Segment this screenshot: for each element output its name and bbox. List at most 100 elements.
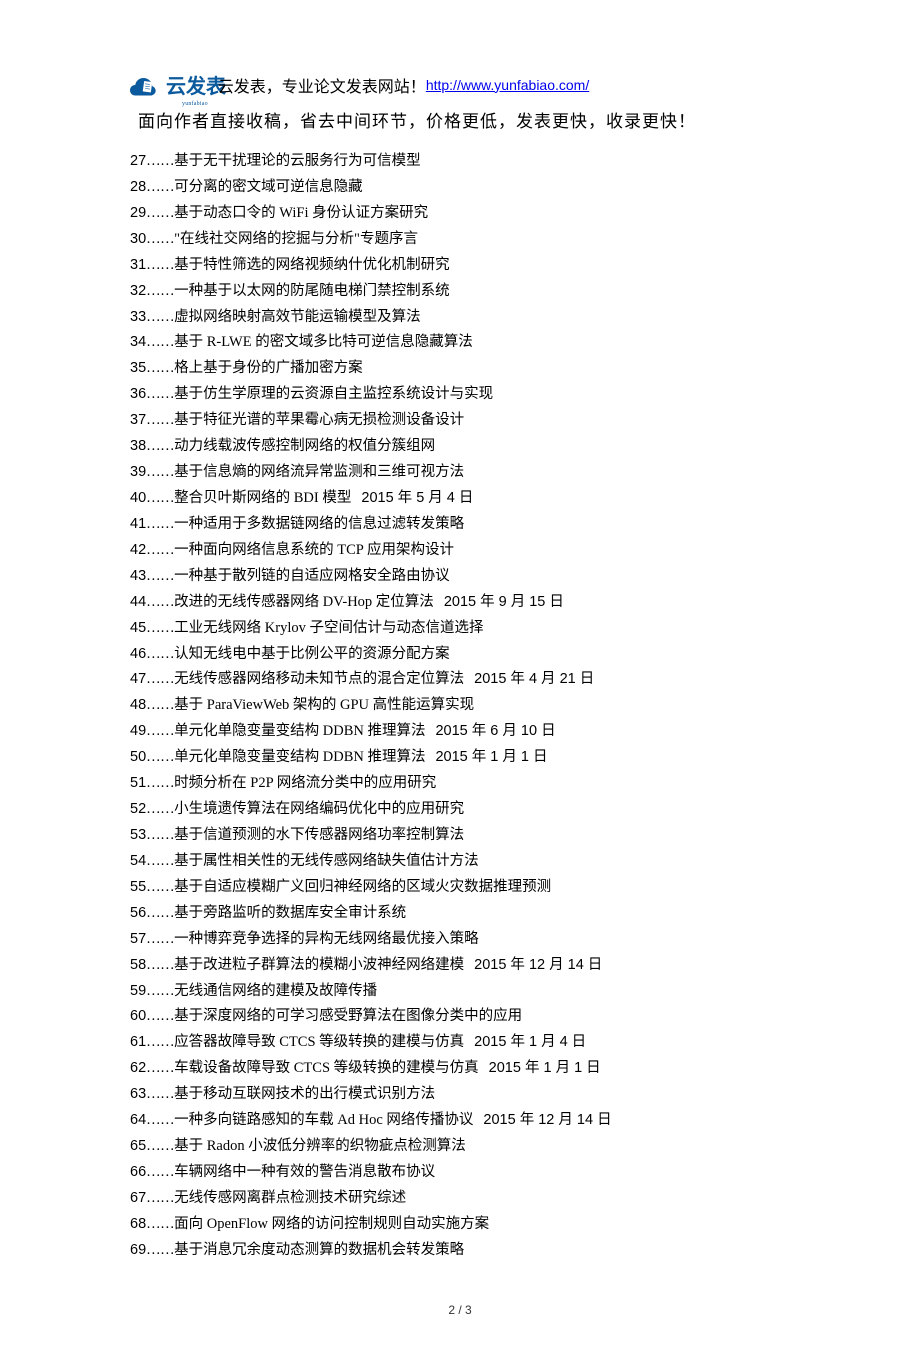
item-title: 基于特性筛选的网络视频纳什优化机制研究 xyxy=(174,257,450,273)
item-dots: …… xyxy=(146,205,174,221)
item-dots: …… xyxy=(146,775,174,791)
item-number: 50 xyxy=(130,749,146,765)
item-dots: …… xyxy=(146,957,174,973)
item-title: 基于仿生学原理的云资源自主监控系统设计与实现 xyxy=(174,386,493,402)
list-item: 30……"在线社交网络的挖掘与分析"专题序言 xyxy=(130,228,790,252)
item-dots: …… xyxy=(146,283,174,299)
paper-list: 27……基于无干扰理论的云服务行为可信模型28……可分离的密文域可逆信息隐藏29… xyxy=(130,150,790,1263)
item-title: 应答器故障导致 CTCS 等级转换的建模与仿真 xyxy=(174,1034,464,1050)
list-item: 63……基于移动互联网技术的出行模式识别方法 xyxy=(130,1083,790,1107)
list-item: 27……基于无干扰理论的云服务行为可信模型 xyxy=(130,150,790,174)
list-item: 62……车载设备故障导致 CTCS 等级转换的建模与仿真2015 年 1 月 1… xyxy=(130,1057,790,1081)
item-dots: …… xyxy=(146,1164,174,1180)
item-number: 51 xyxy=(130,775,146,791)
list-item: 35……格上基于身份的广播加密方案 xyxy=(130,357,790,381)
list-item: 33……虚拟网络映射高效节能运输模型及算法 xyxy=(130,306,790,330)
list-item: 37……基于特征光谱的苹果霉心病无损检测设备设计 xyxy=(130,409,790,433)
item-number: 41 xyxy=(130,516,146,532)
item-number: 34 xyxy=(130,334,146,350)
item-title: 基于动态口令的 WiFi 身份认证方案研究 xyxy=(174,205,428,221)
logo-pinyin: yunfabiao xyxy=(182,101,208,107)
item-dots: …… xyxy=(146,671,174,687)
item-title: 一种面向网络信息系统的 TCP 应用架构设计 xyxy=(174,542,454,558)
list-item: 67……无线传感网离群点检测技术研究综述 xyxy=(130,1187,790,1211)
list-item: 53……基于信道预测的水下传感器网络功率控制算法 xyxy=(130,824,790,848)
list-item: 56……基于旁路监听的数据库安全审计系统 xyxy=(130,902,790,926)
item-number: 64 xyxy=(130,1112,146,1128)
item-title: 基于属性相关性的无线传感网络缺失值估计方法 xyxy=(174,853,479,869)
item-title: 动力线载波传感控制网络的权值分簇组网 xyxy=(174,438,435,454)
item-title: 基于移动互联网技术的出行模式识别方法 xyxy=(174,1086,435,1102)
item-number: 46 xyxy=(130,646,146,662)
item-dots: …… xyxy=(146,438,174,454)
header-tagline: 云发表，专业论文发表网站！ xyxy=(218,73,426,97)
item-number: 40 xyxy=(130,490,146,506)
list-item: 48……基于 ParaViewWeb 架构的 GPU 高性能运算实现 xyxy=(130,694,790,718)
item-dots: …… xyxy=(146,334,174,350)
list-item: 36……基于仿生学原理的云资源自主监控系统设计与实现 xyxy=(130,383,790,407)
list-item: 68……面向 OpenFlow 网络的访问控制规则自动实施方案 xyxy=(130,1213,790,1237)
item-number: 52 xyxy=(130,801,146,817)
item-date: 2015 年 1 月 4 日 xyxy=(474,1034,586,1050)
item-title: 无线通信网络的建模及故障传播 xyxy=(174,983,377,999)
item-title: 无线传感网离群点检测技术研究综述 xyxy=(174,1190,406,1206)
list-item: 41……一种适用于多数据链网络的信息过滤转发策略 xyxy=(130,513,790,537)
list-item: 39……基于信息熵的网络流异常监测和三维可视方法 xyxy=(130,461,790,485)
item-number: 27 xyxy=(130,153,146,169)
header-slogan: 面向作者直接收稿，省去中间环节，价格更低，发表更快，收录更快！ xyxy=(130,107,790,132)
item-title: 虚拟网络映射高效节能运输模型及算法 xyxy=(174,309,421,325)
list-item: 42……一种面向网络信息系统的 TCP 应用架构设计 xyxy=(130,539,790,563)
item-title: 单元化单隐变量变结构 DDBN 推理算法 xyxy=(174,749,425,765)
header-url-link[interactable]: http://www.yunfabiao.com/ xyxy=(426,77,589,93)
item-dots: …… xyxy=(146,827,174,843)
item-dots: …… xyxy=(146,257,174,273)
item-date: 2015 年 1 月 1 日 xyxy=(435,749,547,765)
item-number: 54 xyxy=(130,853,146,869)
item-number: 43 xyxy=(130,568,146,584)
item-dots: …… xyxy=(146,620,174,636)
page-number: 2 / 3 xyxy=(130,1303,790,1317)
item-number: 62 xyxy=(130,1060,146,1076)
item-dots: …… xyxy=(146,1138,174,1154)
item-title: 基于 Radon 小波低分辨率的织物疵点检测算法 xyxy=(174,1138,466,1154)
item-dots: …… xyxy=(146,490,174,506)
item-number: 29 xyxy=(130,205,146,221)
item-dots: …… xyxy=(146,360,174,376)
logo xyxy=(130,73,158,97)
item-date: 2015 年 1 月 1 日 xyxy=(489,1060,601,1076)
item-title: 基于深度网络的可学习感受野算法在图像分类中的应用 xyxy=(174,1008,522,1024)
cloud-paper-icon xyxy=(130,73,158,97)
header-line1: 云发表 yunfabiao 云发表，专业论文发表网站！ http://www.y… xyxy=(130,70,790,99)
item-dots: …… xyxy=(146,231,174,247)
item-number: 55 xyxy=(130,879,146,895)
item-dots: …… xyxy=(146,464,174,480)
item-dots: …… xyxy=(146,801,174,817)
item-title: 单元化单隐变量变结构 DDBN 推理算法 xyxy=(174,723,425,739)
item-number: 69 xyxy=(130,1242,146,1258)
item-dots: …… xyxy=(146,697,174,713)
item-number: 36 xyxy=(130,386,146,402)
item-dots: …… xyxy=(146,1086,174,1102)
item-dots: …… xyxy=(146,542,174,558)
item-dots: …… xyxy=(146,568,174,584)
item-dots: …… xyxy=(146,983,174,999)
item-dots: …… xyxy=(146,1008,174,1024)
item-number: 39 xyxy=(130,464,146,480)
list-item: 51……时频分析在 P2P 网络流分类中的应用研究 xyxy=(130,772,790,796)
item-number: 67 xyxy=(130,1190,146,1206)
item-number: 47 xyxy=(130,671,146,687)
item-number: 44 xyxy=(130,594,146,610)
list-item: 55……基于自适应模糊广义回归神经网络的区域火灾数据推理预测 xyxy=(130,876,790,900)
list-item: 34……基于 R-LWE 的密文域多比特可逆信息隐藏算法 xyxy=(130,331,790,355)
list-item: 40……整合贝叶斯网络的 BDI 模型2015 年 5 月 4 日 xyxy=(130,487,790,511)
list-item: 65……基于 Radon 小波低分辨率的织物疵点检测算法 xyxy=(130,1135,790,1159)
item-number: 37 xyxy=(130,412,146,428)
item-title: "在线社交网络的挖掘与分析"专题序言 xyxy=(174,231,418,247)
item-title: 基于 R-LWE 的密文域多比特可逆信息隐藏算法 xyxy=(174,334,473,350)
item-dots: …… xyxy=(146,879,174,895)
list-item: 69……基于消息冗余度动态测算的数据机会转发策略 xyxy=(130,1239,790,1263)
item-title: 车辆网络中一种有效的警告消息散布协议 xyxy=(174,1164,435,1180)
document-page: 云发表 yunfabiao 云发表，专业论文发表网站！ http://www.y… xyxy=(0,0,920,1357)
item-dots: …… xyxy=(146,594,174,610)
item-title: 格上基于身份的广播加密方案 xyxy=(174,360,363,376)
